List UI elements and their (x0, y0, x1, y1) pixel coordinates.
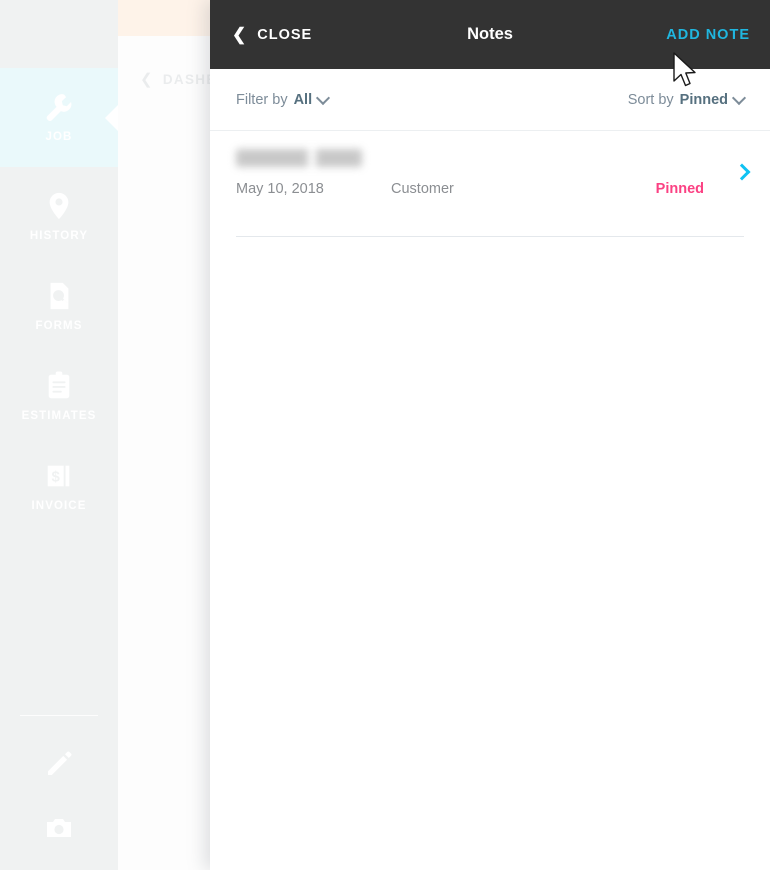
sort-by-value: Pinned (679, 91, 728, 108)
sort-by-dropdown[interactable]: Sort by Pinned (628, 92, 744, 108)
filter-by-value: All (293, 91, 313, 108)
note-list-item[interactable]: May 10, 2018 Customer Pinned (210, 131, 770, 236)
note-meta: May 10, 2018 Customer Pinned (236, 178, 744, 200)
chevron-left-icon: ❮ (232, 25, 248, 44)
notes-filter-bar: Filter by All Sort by Pinned (210, 69, 770, 131)
note-date: May 10, 2018 (236, 181, 324, 197)
note-author: Customer (391, 181, 454, 197)
notes-panel: ❮ CLOSE Notes ADD NOTE Filter by All Sor… (210, 0, 770, 870)
chevron-right-icon[interactable] (736, 166, 748, 178)
sort-by-prefix: Sort by (627, 91, 674, 108)
add-note-button[interactable]: ADD NOTE (666, 27, 750, 43)
filter-by-prefix: Filter by (236, 91, 288, 108)
chevron-down-icon (734, 93, 744, 103)
note-status-badge: Pinned (655, 181, 704, 197)
app-root: You are c ❮ DASHB LOCATION boiler l SCHE… (0, 0, 770, 870)
close-button-label: CLOSE (257, 26, 313, 43)
chevron-down-icon (318, 93, 328, 103)
filter-by-dropdown[interactable]: Filter by All (236, 92, 328, 108)
note-title-redacted (236, 149, 362, 167)
notes-panel-header: ❮ CLOSE Notes ADD NOTE (210, 0, 770, 69)
note-separator (236, 236, 744, 237)
close-button[interactable]: ❮ CLOSE (232, 26, 312, 43)
notes-list: May 10, 2018 Customer Pinned (210, 131, 770, 237)
